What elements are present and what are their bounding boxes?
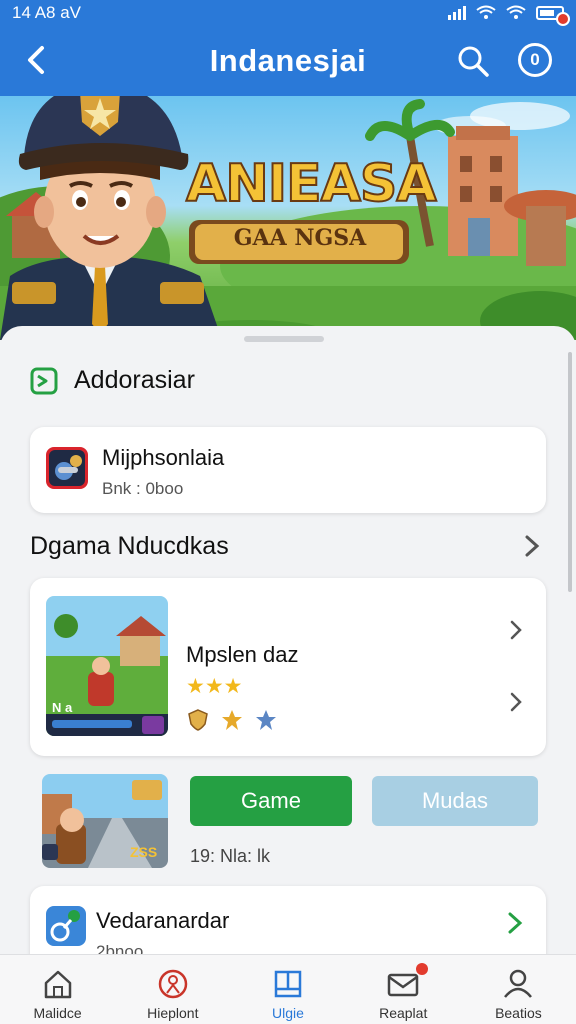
game-button[interactable]: Game [190,776,352,826]
profile-icon [504,969,533,998]
app-subtitle: Bnk : 0boo [102,479,184,498]
hero-banner[interactable]: ANIEASA GAA NGSA [0,96,576,340]
section-title: Addorasiar [74,366,195,394]
search-icon[interactable] [456,44,490,78]
coin-label: 0 [530,50,540,69]
nav-label: Reaplat [379,1005,428,1021]
promo-thumbnail-label: ZSS [130,844,158,860]
game-thumbnail-art [46,596,168,736]
game-card[interactable]: N a Mpslen daz ★★★ [30,578,546,756]
status-icons [448,5,570,26]
wifi-secondary-icon [506,5,526,19]
app-name: Mijphsonlaia [102,445,225,470]
nav-item-reaplat[interactable]: Reaplat [346,955,461,1024]
chevron-right-icon[interactable] [522,532,542,560]
app-icon [46,447,88,489]
status-bar: 14 A8 aV [0,0,576,26]
app-bar: Indanesjai 0 [0,26,576,96]
game-thumbnail-label: N a [52,700,73,715]
nav-item-beatios[interactable]: Beatios [461,955,576,1024]
battery-alert-dot [556,12,570,26]
section-header-addorasiar: Addorasiar [30,366,195,395]
checkbox-icon [30,367,58,394]
game-thumbnail[interactable]: N a [46,596,168,736]
list-item-card[interactable]: Vedaranardar 2bnoo [30,886,546,954]
nav-label: Malidce [33,1005,82,1021]
home-icon [44,970,71,999]
signal-icon [448,6,466,20]
game-logo-subtitle: GAA NGSA [233,225,367,251]
content-sheet: Addorasiar Mijphsonlaia Bnk : 0boo Dgama… [0,326,576,954]
list-item-name: Vedaranardar [96,908,230,933]
chevron-right-icon[interactable] [506,910,524,936]
promo-thumbnail[interactable]: ZSS [42,774,168,868]
link-app-icon [46,906,86,946]
coin-button[interactable]: 0 [518,43,552,77]
nav-label: Beatios [495,1005,542,1021]
section-title-games: Dgama Nducdkas [30,532,229,560]
star-gold-icon [222,710,242,730]
bottom-nav: Malidce Hieplont Ulgie Reaplat Beatios [0,954,576,1024]
battery-icon [536,6,570,26]
mail-icon [387,973,419,997]
person-pin-icon [158,969,188,999]
sheet-handle[interactable] [244,336,324,342]
game-name: Mpslen daz [186,642,299,667]
chevron-right-icon[interactable] [508,690,524,714]
nav-item-ulgie[interactable]: Ulgie [230,955,345,1024]
game-logo-title: ANIEASA [185,153,438,215]
notification-dot [415,963,428,975]
promo-meta: 19: Nla: lk [190,846,271,866]
shield-icon [188,709,208,731]
nav-item-home[interactable]: Malidce [0,955,115,1024]
featured-app-card[interactable]: Mijphsonlaia Bnk : 0boo [30,427,546,513]
status-time: 14 A8 aV [12,3,82,22]
wifi-icon [476,5,496,19]
star-blue-icon [256,710,276,730]
nav-item-help[interactable]: Hieplont [115,955,230,1024]
mudas-button[interactable]: Mudas [372,776,538,826]
square-tab-icon [274,970,302,998]
nav-label: Hieplont [147,1005,199,1021]
list-item-subtitle: 2bnoo [96,942,144,954]
nav-label: Ulgie [272,1005,304,1021]
rating-stars: ★★★ [186,675,243,698]
chevron-right-icon[interactable] [508,618,524,642]
scrollbar[interactable] [568,352,572,592]
badge-row [186,708,278,732]
